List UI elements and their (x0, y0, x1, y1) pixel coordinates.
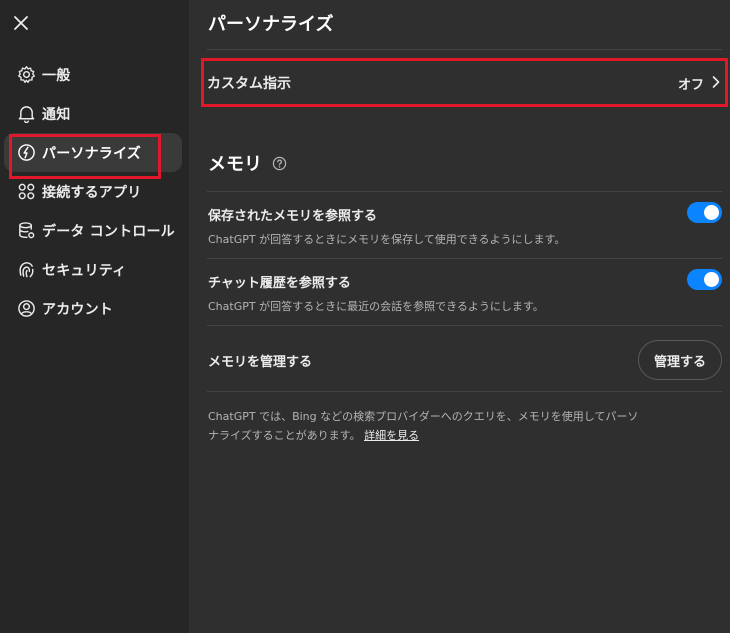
manage-memory-label: メモリを管理する (208, 354, 313, 370)
sidebar-item-label: パーソナライズ (42, 145, 141, 162)
sidebar-item-general[interactable]: 一般 (4, 55, 182, 94)
settings-sidebar: 一般 通知 パーソナライズ 接続するアプリ データ コントロール セキュリティ … (0, 0, 189, 633)
sidebar-nav: 一般 通知 パーソナライズ 接続するアプリ データ コントロール セキュリティ … (0, 55, 189, 328)
database-icon (16, 221, 36, 241)
close-icon[interactable] (10, 12, 32, 34)
sidebar-item-personalize[interactable]: パーソナライズ (4, 133, 182, 172)
saved-memory-setting: 保存されたメモリを参照する ChatGPT が回答するときにメモリを保存して使用… (208, 202, 722, 247)
learn-more-link[interactable]: 詳細を見る (364, 429, 419, 442)
sidebar-item-label: データ コントロール (42, 223, 175, 240)
saved-memory-title: 保存されたメモリを参照する (208, 209, 378, 224)
sidebar-item-notifications[interactable]: 通知 (4, 94, 182, 133)
chevron-right-icon (710, 74, 722, 93)
custom-instructions-value-group: オフ (678, 74, 722, 93)
user-circle-icon (16, 299, 36, 319)
page-title: パーソナライズ (208, 14, 334, 35)
saved-memory-description: ChatGPT が回答するときにメモリを保存して使用できるようにします。 (208, 233, 566, 246)
sidebar-item-connected-apps[interactable]: 接続するアプリ (4, 172, 182, 211)
toggle-knob (704, 272, 719, 287)
fingerprint-icon (16, 260, 36, 280)
chat-history-title: チャット履歴を参照する (208, 276, 351, 291)
divider (207, 258, 722, 259)
memory-footnote: ChatGPT では、Bing などの検索プロバイダーへのクエリを、メモリを使用… (208, 407, 648, 445)
sidebar-item-label: 一般 (42, 67, 71, 84)
footnote-text: ChatGPT では、Bing などの検索プロバイダーへのクエリを、メモリを使用… (208, 410, 639, 442)
gear-icon (16, 65, 36, 85)
manage-memory-row: メモリを管理する 管理する (208, 340, 722, 380)
help-icon[interactable] (272, 156, 287, 171)
manage-memory-button[interactable]: 管理する (638, 340, 722, 380)
sidebar-item-security[interactable]: セキュリティ (4, 250, 182, 289)
chat-history-setting: チャット履歴を参照する ChatGPT が回答するときに最近の会話を参照できるよ… (208, 269, 722, 314)
sidebar-item-label: 接続するアプリ (42, 184, 142, 201)
sidebar-item-label: 通知 (42, 106, 71, 123)
sidebar-item-account[interactable]: アカウント (4, 289, 182, 328)
chat-history-toggle[interactable] (687, 269, 722, 290)
saved-memory-toggle[interactable] (687, 202, 722, 223)
divider (207, 325, 722, 326)
chat-history-description: ChatGPT が回答するときに最近の会話を参照できるようにします。 (208, 300, 544, 313)
custom-instructions-row[interactable]: カスタム指示 オフ (207, 60, 722, 106)
sidebar-item-data-controls[interactable]: データ コントロール (4, 211, 182, 250)
divider (207, 191, 722, 192)
sidebar-item-label: アカウント (42, 301, 113, 318)
custom-instructions-status: オフ (677, 77, 704, 93)
sidebar-item-label: セキュリティ (42, 262, 127, 279)
personalize-icon (16, 143, 36, 163)
memory-section-header: メモリ (208, 150, 287, 176)
settings-main: パーソナライズ カスタム指示 オフ メモリ 保存されたメモリを参照する Chat… (189, 0, 730, 633)
memory-section-title: メモリ (208, 154, 262, 175)
divider (207, 49, 722, 50)
apps-grid-icon (16, 182, 36, 202)
custom-instructions-label: カスタム指示 (207, 76, 291, 92)
bell-icon (16, 104, 36, 124)
toggle-knob (704, 205, 719, 220)
divider (207, 391, 722, 392)
